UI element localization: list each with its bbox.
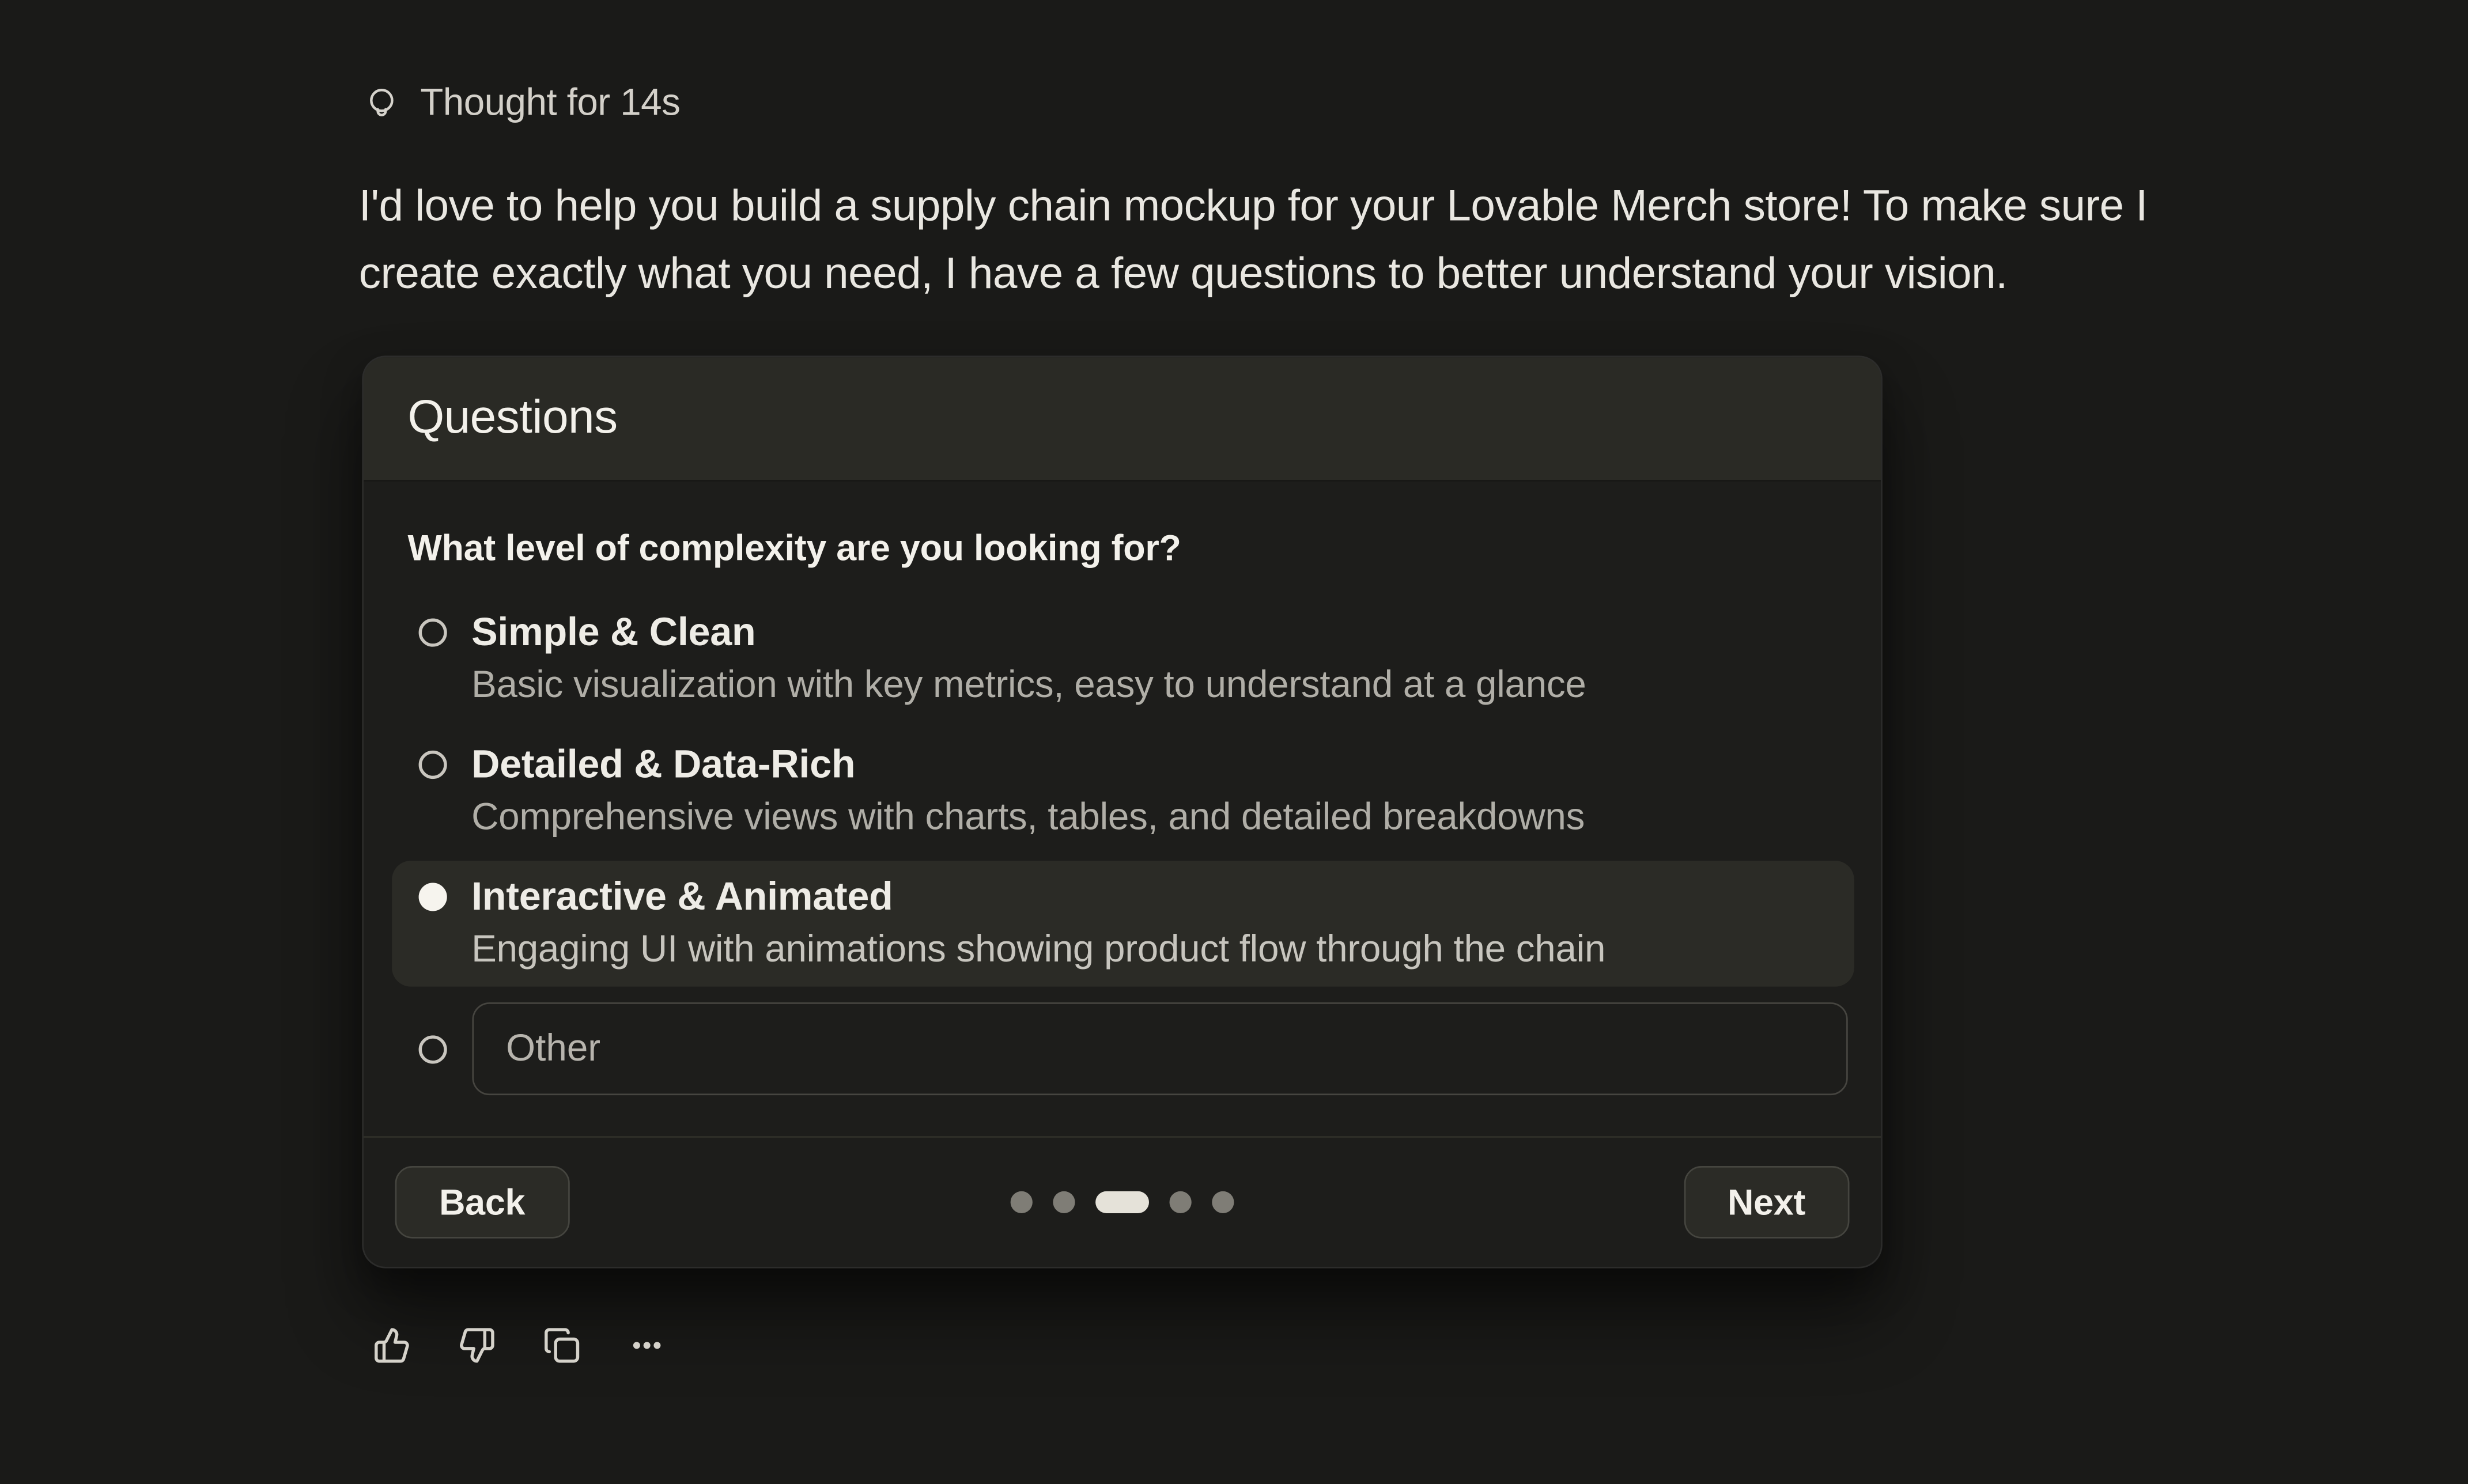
option-description: Basic visualization with key metrics, ea… xyxy=(471,659,1838,713)
option-detailed-data-rich[interactable]: Detailed & Data-Rich Comprehensive views… xyxy=(391,729,1854,855)
option-label: Detailed & Data-Rich xyxy=(471,738,1838,792)
question-text: What level of complexity are you looking… xyxy=(407,527,1836,570)
thumbs-down-icon xyxy=(458,1327,496,1365)
thumbs-down-button[interactable] xyxy=(458,1327,496,1365)
thought-label: Thought for 14s xyxy=(420,82,680,126)
other-option-input[interactable] xyxy=(471,1002,1847,1095)
pagination-dot xyxy=(1053,1191,1075,1213)
assistant-message: I'd love to help you build a supply chai… xyxy=(359,173,2216,306)
option-description: Comprehensive views with charts, tables,… xyxy=(471,792,1838,845)
options-list: Simple & Clean Basic visualization with … xyxy=(391,596,1854,1104)
message-actions xyxy=(373,1327,666,1365)
more-options-button[interactable] xyxy=(628,1327,666,1365)
pagination-dot-active xyxy=(1095,1191,1149,1213)
option-interactive-animated[interactable]: Interactive & Animated Engaging UI with … xyxy=(391,861,1854,987)
pagination-dot xyxy=(1212,1191,1234,1213)
copy-icon xyxy=(543,1327,581,1365)
option-other[interactable] xyxy=(391,993,1854,1105)
pagination-dot xyxy=(1170,1191,1192,1213)
pagination-dots xyxy=(1011,1191,1234,1213)
card-header: Questions xyxy=(364,357,1881,482)
thumbs-up-icon xyxy=(373,1327,411,1365)
radio-selected-icon[interactable] xyxy=(418,883,446,911)
card-title: Questions xyxy=(407,392,617,445)
radio-unselected-icon[interactable] xyxy=(418,1035,446,1063)
option-simple-clean[interactable]: Simple & Clean Basic visualization with … xyxy=(391,596,1854,722)
ellipsis-icon xyxy=(628,1327,666,1365)
card-body: What level of complexity are you looking… xyxy=(364,527,1881,1104)
questions-card: Questions What level of complexity are y… xyxy=(362,355,1883,1268)
thumbs-up-button[interactable] xyxy=(373,1327,411,1365)
pagination-dot xyxy=(1011,1191,1033,1213)
option-label: Simple & Clean xyxy=(471,606,1838,660)
back-button[interactable]: Back xyxy=(395,1166,569,1239)
radio-unselected-icon[interactable] xyxy=(418,618,446,646)
chat-page: Thought for 14s I'd love to help you bui… xyxy=(0,0,2468,1484)
option-description: Engaging UI with animations showing prod… xyxy=(471,923,1838,977)
option-label: Interactive & Animated xyxy=(471,870,1838,924)
next-button[interactable]: Next xyxy=(1683,1166,1849,1239)
lightbulb-icon xyxy=(364,86,400,122)
thought-toggle[interactable]: Thought for 14s xyxy=(364,82,680,126)
radio-unselected-icon[interactable] xyxy=(418,751,446,779)
copy-button[interactable] xyxy=(543,1327,581,1365)
card-footer: Back Next xyxy=(364,1136,1881,1267)
